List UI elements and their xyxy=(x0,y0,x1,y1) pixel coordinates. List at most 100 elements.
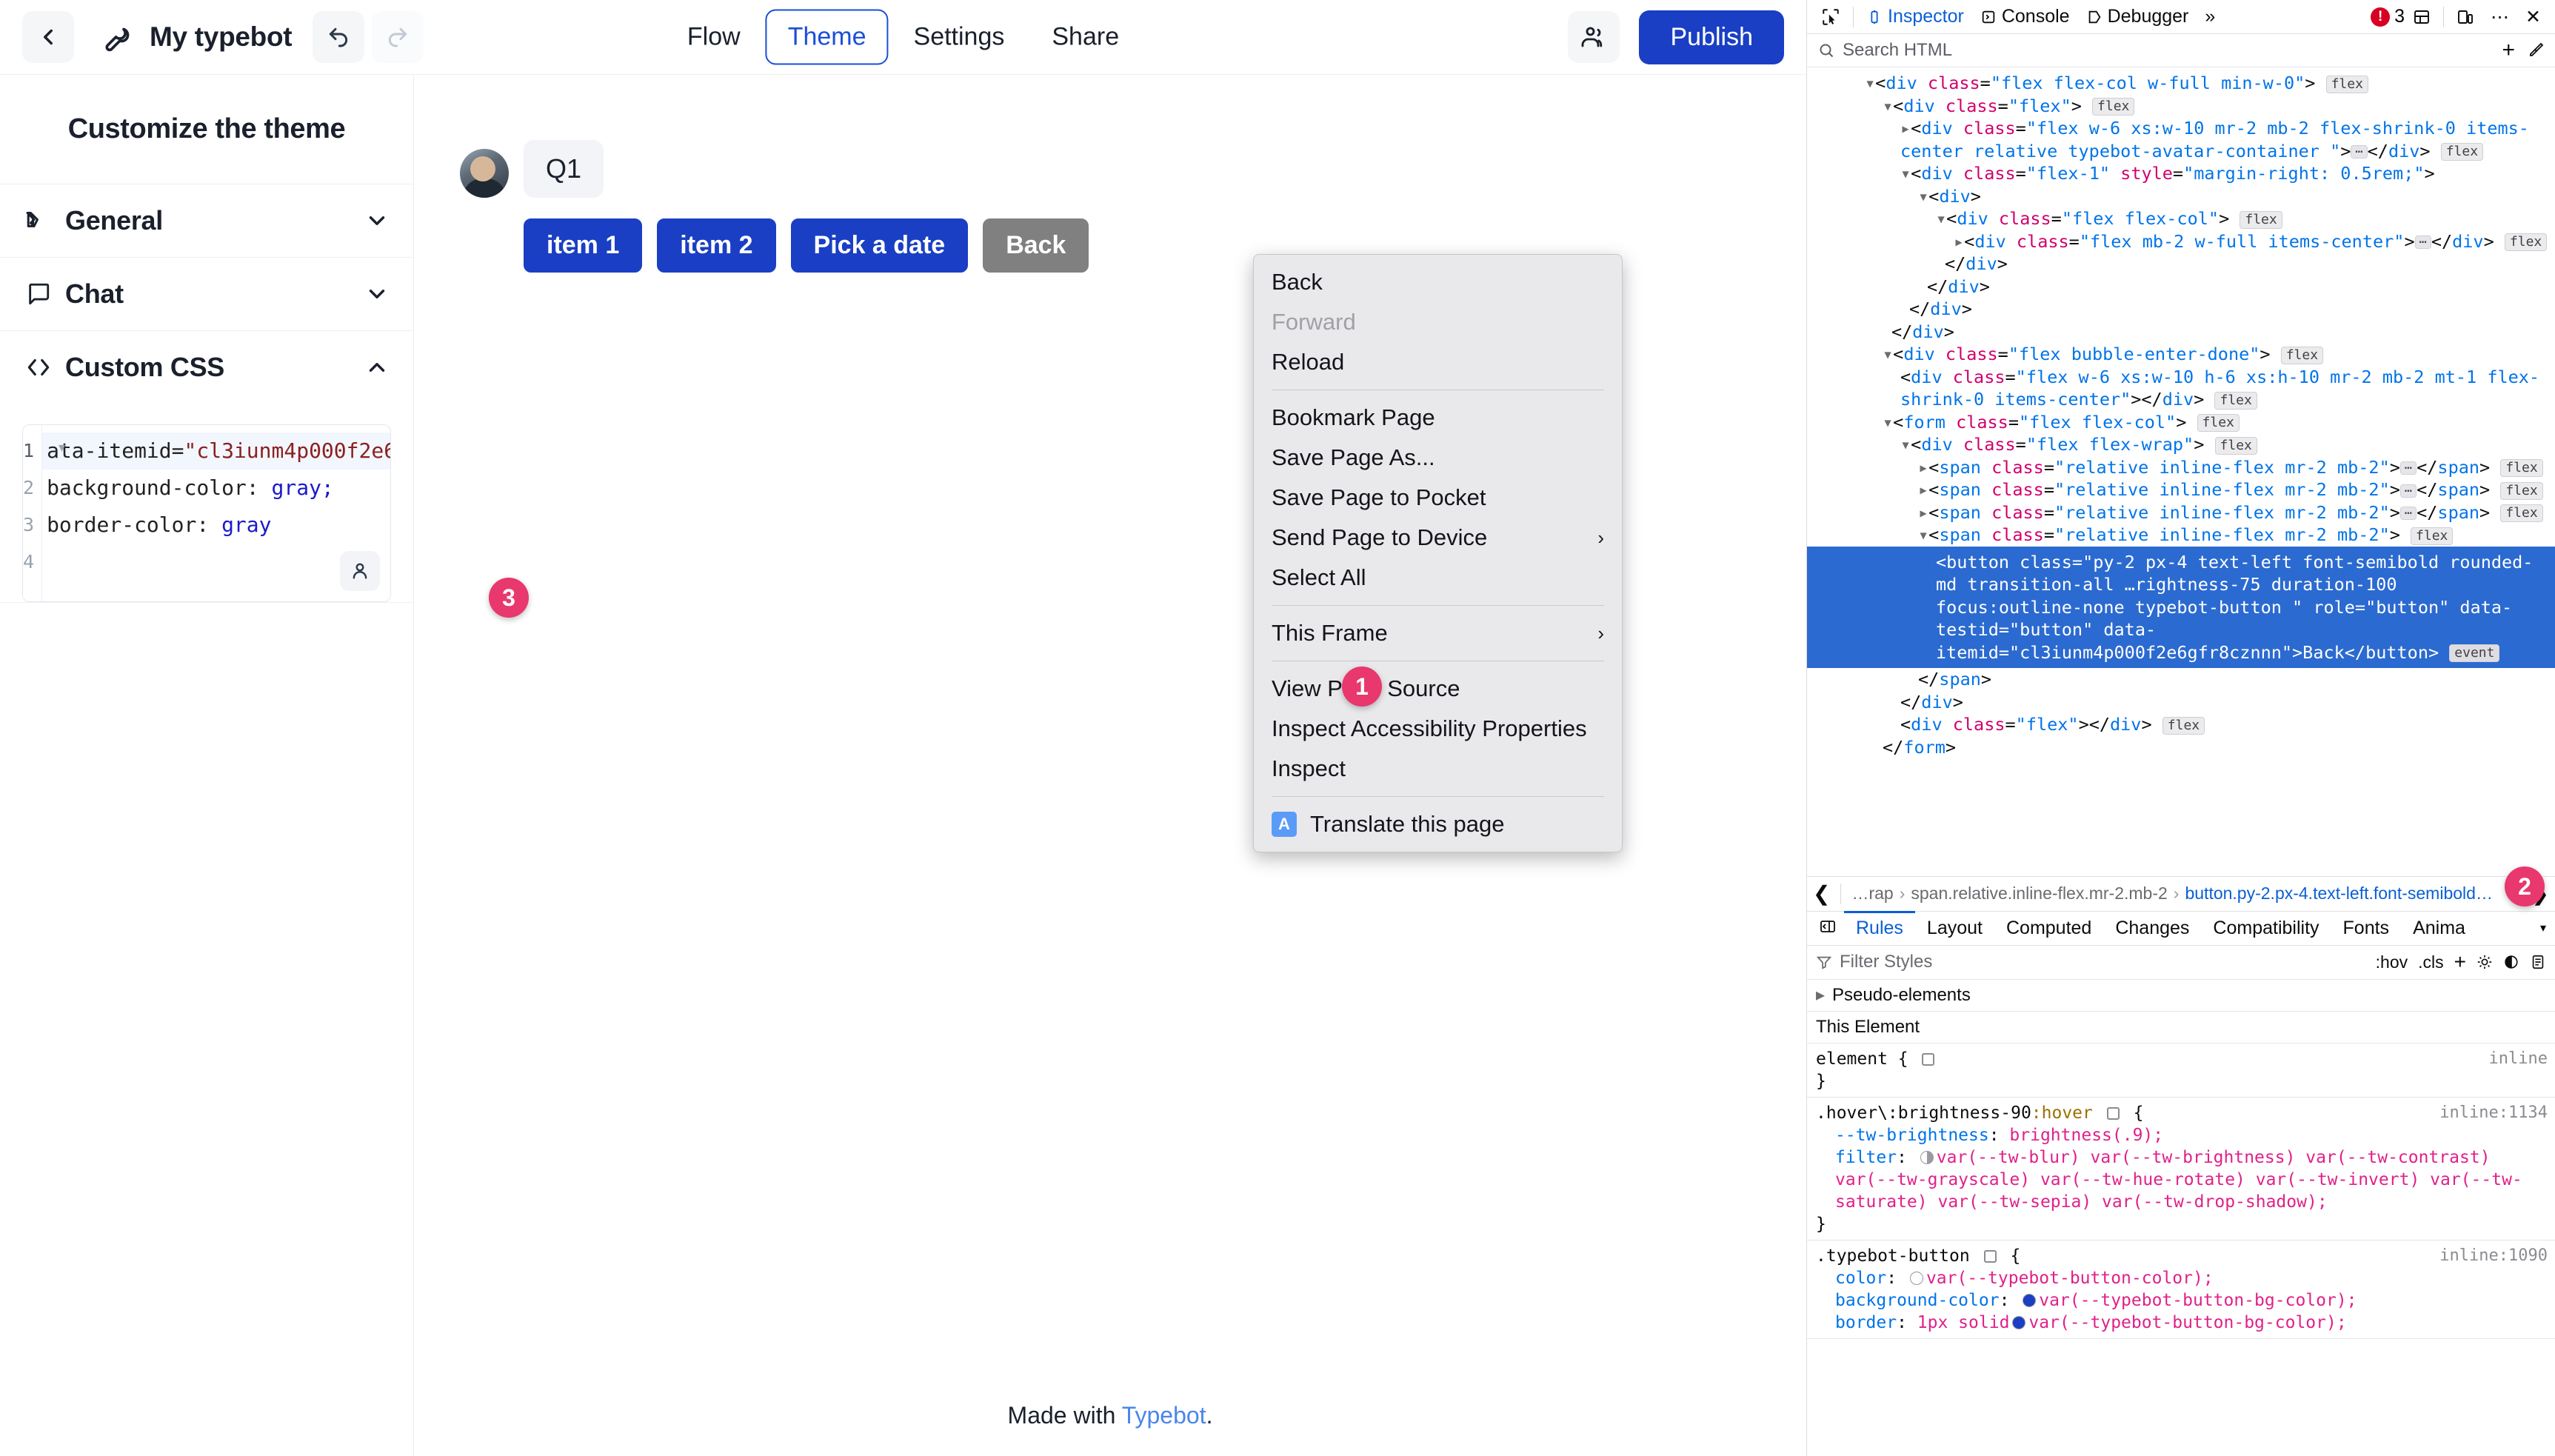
tree-line[interactable]: ▸<div class="flex w-6 xs:w-10 mr-2 mb-2 … xyxy=(1807,117,2555,162)
rule-selector[interactable]: element { xyxy=(1816,1049,1908,1069)
css-property[interactable]: --tw-brightness xyxy=(1835,1126,1989,1145)
html-tree[interactable]: ▾<div class="flex flex-col w-full min-w-… xyxy=(1807,67,2555,876)
create-new-node-icon[interactable]: + xyxy=(2502,38,2515,63)
tree-line[interactable]: ▾<div class="flex-1" style="margin-right… xyxy=(1807,162,2555,185)
color-swatch-icon[interactable] xyxy=(2023,1294,2036,1307)
choice-button-item-2[interactable]: item 2 xyxy=(657,218,775,273)
tree-line[interactable]: <div class="flex"></div> flex xyxy=(1807,713,2555,736)
styles-tab-animations[interactable]: Anima xyxy=(2401,911,2477,945)
css-rule-typebot-button[interactable]: inline:1090 .typebot-button { color: var… xyxy=(1807,1240,2555,1339)
split-console-icon[interactable] xyxy=(2405,1,2439,33)
css-value[interactable]: var(--typebot-button-bg-color); xyxy=(2028,1313,2346,1332)
context-menu-item-send-page-to-device[interactable]: Send Page to Device › xyxy=(1254,518,1622,558)
filter-styles-placeholder[interactable]: Filter Styles xyxy=(1840,952,1932,972)
close-devtools-icon[interactable]: ✕ xyxy=(2517,1,2549,33)
tree-line[interactable]: ▾<div class="flex flex-col"> flex xyxy=(1807,207,2555,230)
rule-toggle-icon[interactable] xyxy=(2107,1107,2120,1120)
breadcrumb-scroll-left[interactable]: ❮ xyxy=(1813,881,1830,906)
pseudo-elements-section[interactable]: ▸ Pseudo-elements xyxy=(1807,980,2555,1012)
chevron-up-icon[interactable] xyxy=(364,355,390,380)
context-menu-item-this-frame[interactable]: This Frame › xyxy=(1254,613,1622,653)
rule-selector[interactable]: .hover\:brightness-90 xyxy=(1816,1103,2031,1123)
context-menu-item-bookmark-page[interactable]: Bookmark Page xyxy=(1254,398,1622,438)
fold-arrow-icon[interactable]: ▾ xyxy=(59,440,65,455)
chevron-down-icon[interactable] xyxy=(364,208,390,233)
custom-css-editor[interactable]: 1 2 3 4 ata-itemid="cl3iunm4p000f2e6gfr8… xyxy=(22,424,391,602)
back-button[interactable] xyxy=(22,11,74,63)
devtools-tab-inspector[interactable]: Inspector xyxy=(1858,1,1972,33)
styles-tab-changes[interactable]: Changes xyxy=(2103,911,2201,945)
css-property[interactable]: background-color xyxy=(1835,1291,2000,1310)
rule-selector[interactable]: .typebot-button xyxy=(1816,1246,1970,1266)
undo-button[interactable] xyxy=(313,11,364,63)
css-value[interactable]: var(--tw-blur) var(--tw-brightness) var(… xyxy=(1835,1148,2522,1212)
css-property[interactable]: border xyxy=(1835,1313,1897,1332)
breadcrumb-item[interactable]: span.relative.inline-flex.mr-2.mb-2 xyxy=(1911,884,2167,904)
breadcrumb-item[interactable]: …rap xyxy=(1851,884,1893,904)
chevron-down-icon[interactable]: ▾ xyxy=(2540,921,2551,935)
event-badge[interactable]: event xyxy=(2449,644,2499,662)
tree-line[interactable]: <div class="flex w-6 xs:w-10 h-6 xs:h-10… xyxy=(1807,366,2555,411)
editor-user-avatar-icon[interactable] xyxy=(340,551,380,591)
color-swatch-icon[interactable] xyxy=(1910,1272,1923,1285)
selected-node[interactable]: <button class="py-2 px-4 text-left font-… xyxy=(1807,547,2555,669)
typebot-name[interactable]: My typebot xyxy=(150,21,292,53)
rule-toggle-icon[interactable] xyxy=(1922,1053,1934,1066)
context-menu-item-reload[interactable]: Reload xyxy=(1254,342,1622,382)
choice-button-pick-a-date[interactable]: Pick a date xyxy=(791,218,969,273)
tree-line[interactable]: ▸<span class="relative inline-flex mr-2 … xyxy=(1807,501,2555,524)
toggle-sidebar-icon[interactable] xyxy=(1811,918,1844,939)
typebot-link[interactable]: Typebot xyxy=(1122,1402,1206,1429)
dark-scheme-icon[interactable] xyxy=(2503,954,2519,970)
styles-tab-compatibility[interactable]: Compatibility xyxy=(2201,911,2331,945)
rule-toggle-icon[interactable] xyxy=(1984,1250,1997,1263)
context-menu-item-inspect-accessibility-properties[interactable]: Inspect Accessibility Properties xyxy=(1254,709,1622,749)
styles-tab-layout[interactable]: Layout xyxy=(1915,911,1994,945)
context-menu-item-select-all[interactable]: Select All xyxy=(1254,558,1622,598)
tab-flow[interactable]: Flow xyxy=(665,10,763,65)
tree-line[interactable]: ▾<div class="flex"> flex xyxy=(1807,95,2555,118)
tree-line[interactable]: ▾<form class="flex flex-col"> flex xyxy=(1807,411,2555,434)
styles-tab-computed[interactable]: Computed xyxy=(1994,911,2103,945)
breadcrumb-item-current[interactable]: button.py-2.px-4.text-left.font-semibold… xyxy=(2185,884,2492,904)
light-scheme-icon[interactable] xyxy=(2476,954,2493,970)
color-swatch-icon[interactable] xyxy=(1920,1151,1934,1164)
devtools-search-bar[interactable]: Search HTML + xyxy=(1807,34,2555,67)
rule-source[interactable]: inline:1134 xyxy=(2439,1102,2548,1124)
cls-toggle[interactable]: .cls xyxy=(2418,952,2444,972)
redo-button[interactable] xyxy=(372,11,424,63)
tree-line[interactable]: ▾<div class="flex flex-col w-full min-w-… xyxy=(1807,72,2555,95)
more-options-icon[interactable]: ⋯ xyxy=(2482,1,2517,33)
tree-line[interactable]: ▸<div class="flex mb-2 w-full items-cent… xyxy=(1807,230,2555,253)
css-rule-element[interactable]: inline element { } xyxy=(1807,1043,2555,1098)
context-menu-item-view-page-source[interactable]: View Page Source xyxy=(1254,669,1622,709)
css-rules-pane[interactable]: ▸ Pseudo-elements This Element inline el… xyxy=(1807,980,2555,1456)
tab-settings[interactable]: Settings xyxy=(892,10,1027,65)
sidebar-item-chat[interactable]: Chat xyxy=(0,258,413,330)
choice-button-back[interactable]: Back xyxy=(983,218,1089,273)
members-button[interactable] xyxy=(1568,11,1620,63)
responsive-design-mode-icon[interactable] xyxy=(2448,1,2482,33)
chevron-down-icon[interactable] xyxy=(364,281,390,307)
tree-line[interactable]: ▾<div class="flex bubble-enter-done"> fl… xyxy=(1807,343,2555,366)
styles-tab-rules[interactable]: Rules xyxy=(1844,911,1915,945)
css-value[interactable]: brightness(.9); xyxy=(2009,1126,2163,1145)
print-media-icon[interactable] xyxy=(2530,954,2546,970)
error-count-badge[interactable]: ! 3 xyxy=(2371,6,2405,27)
devtools-tab-debugger[interactable]: Debugger xyxy=(2078,1,2197,33)
css-value[interactable]: var(--typebot-button-bg-color); xyxy=(2039,1291,2357,1310)
css-value[interactable]: 1px solid xyxy=(1917,1313,2010,1332)
devtools-tab-console[interactable]: Console xyxy=(1972,1,2078,33)
color-swatch-icon[interactable] xyxy=(2012,1316,2025,1329)
css-value[interactable]: var(--typebot-button-color); xyxy=(1926,1269,2214,1288)
sidebar-item-general[interactable]: General xyxy=(0,184,413,257)
tree-line[interactable]: ▸<span class="relative inline-flex mr-2 … xyxy=(1807,456,2555,479)
css-property[interactable]: color xyxy=(1835,1269,1886,1288)
tree-line[interactable]: ▾<div> xyxy=(1807,185,2555,208)
publish-button[interactable]: Publish xyxy=(1639,10,1784,64)
context-menu-item-inspect[interactable]: Inspect xyxy=(1254,749,1622,789)
css-property[interactable]: filter xyxy=(1835,1148,1897,1167)
sidebar-item-custom-css[interactable]: Custom CSS xyxy=(0,331,413,404)
tab-share[interactable]: Share xyxy=(1029,10,1141,65)
choice-button-item-1[interactable]: item 1 xyxy=(524,218,642,273)
